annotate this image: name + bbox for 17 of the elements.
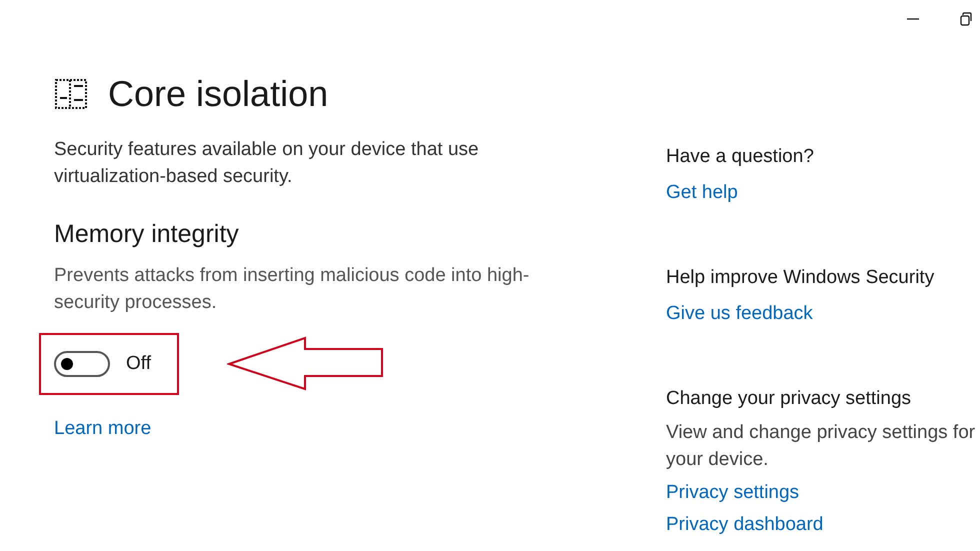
sidebar-heading: Have a question? <box>666 145 815 169</box>
core-isolation-icon <box>54 78 88 110</box>
sidebar-link[interactable]: Privacy settings <box>666 481 980 505</box>
toggle-switch[interactable] <box>54 351 110 377</box>
sidebar-link[interactable]: Give us feedback <box>666 302 980 326</box>
sidebar-heading: Change your privacy settings <box>666 387 912 411</box>
sidebar-link[interactable]: Privacy dashboard <box>666 513 980 537</box>
sidebar-link[interactable]: Get help <box>666 181 980 205</box>
sidebar-heading: Help improve Windows Security <box>666 266 936 290</box>
toggle-label: Off <box>126 352 151 376</box>
page-description: Security features available on your device that use virtualization-based security. <box>54 138 480 189</box>
restore-icon[interactable] <box>960 12 972 26</box>
section-description: Prevents attacks from inserting malicious code into high-security processes. <box>54 264 530 315</box>
section-heading: Memory integrity <box>54 222 240 247</box>
page-title: Core isolation <box>108 76 328 112</box>
learn-more-link[interactable]: Learn more <box>54 415 611 444</box>
sidebar-text: View and change privacy settings for your device. <box>666 421 976 472</box>
